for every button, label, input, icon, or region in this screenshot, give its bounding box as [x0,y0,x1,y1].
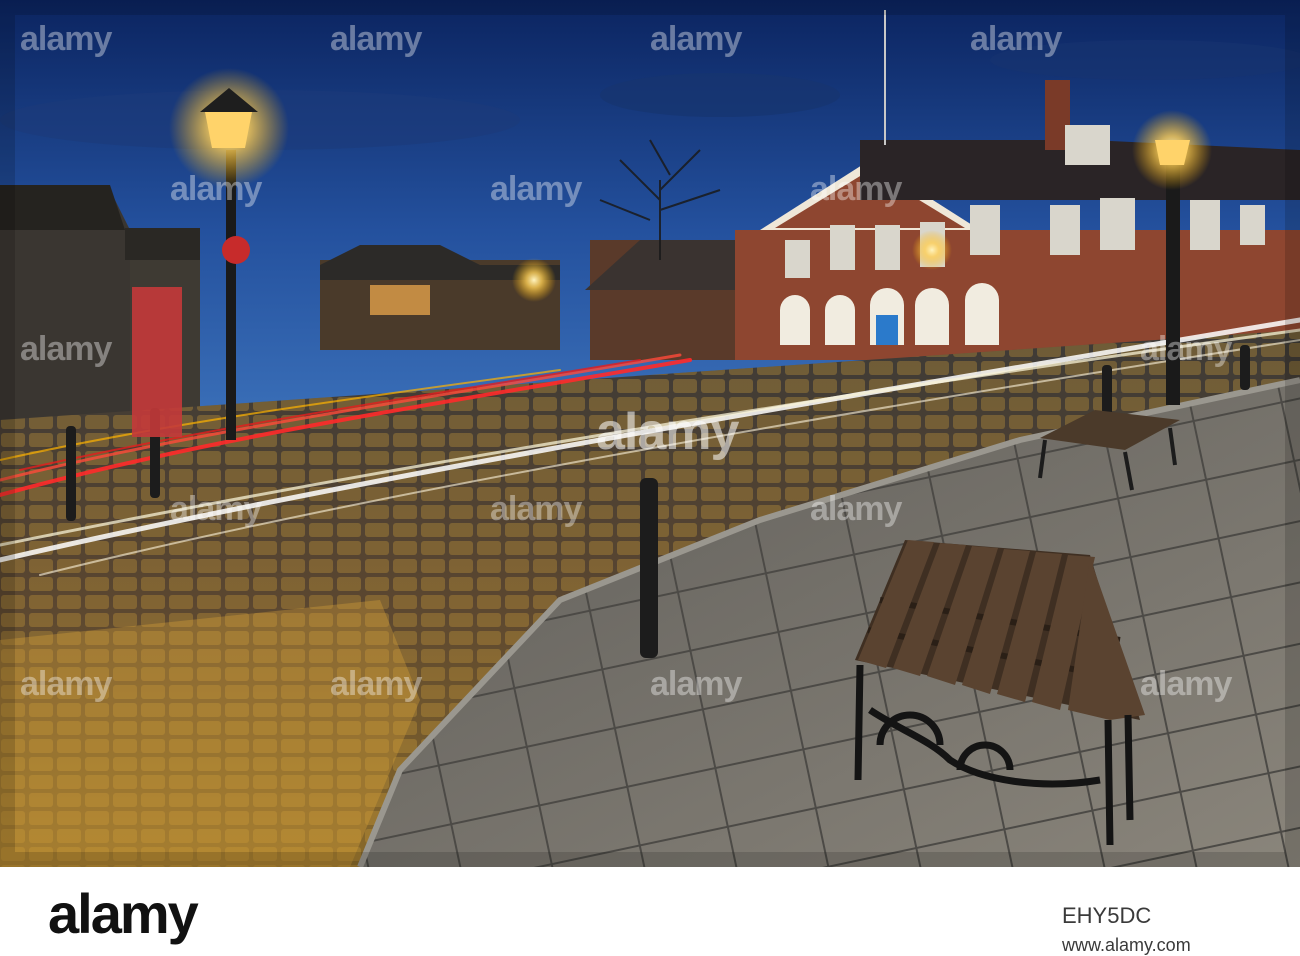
street-photo [0,0,1300,867]
image-id: EHY5DC [1062,903,1152,928]
watermark-footer: alamy EHY5DC www.alamy.com [0,867,1300,956]
alamy-logo: alamy [48,882,199,945]
site-url: www.alamy.com [1062,935,1191,955]
